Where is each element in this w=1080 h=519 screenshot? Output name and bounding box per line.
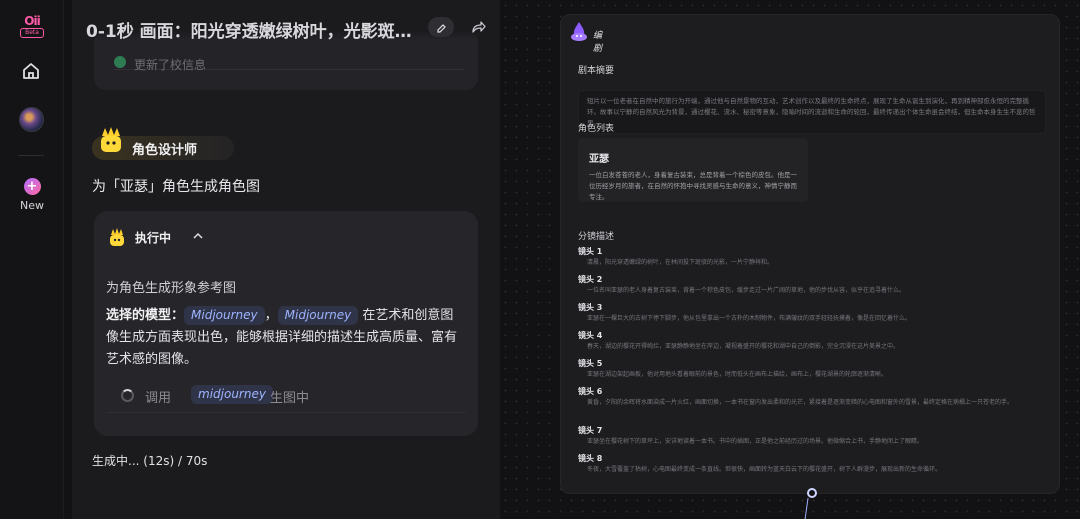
agent-name: 角色设计师 — [132, 143, 198, 158]
shot-description: 亚瑟在一棵巨大的古树下停下脚步，他从包里拿出一个古朴的木制物件，布满皱纹的双手轻… — [587, 315, 912, 322]
summary-text: 短片以一位老者在自然中的旅行为开端，通过他与自然景物的互动，艺术创作以及最终的生… — [578, 90, 1046, 134]
shot-description: 一位名叫亚瑟的老人身着复古装束，背着一个棕色皮包，缓步走过一片广阔的草地，他的步… — [587, 287, 906, 294]
connector-line — [804, 498, 809, 519]
canvas[interactable]: 编剧 剧本摘要 短片以一位老者在自然中的旅行为开端，通过他与自然景物的互动，艺术… — [500, 0, 1080, 519]
shot-title: 镜头 8 — [578, 454, 603, 463]
pencil-icon — [437, 24, 446, 33]
shot-title: 镜头 1 — [578, 247, 603, 256]
model-tag-2: Midjourney — [277, 306, 359, 325]
app-root: Oii Beta + New 更新了校信息 0-1秒 画面：阳光穿透嫩绿树叶，光… — [0, 0, 1080, 519]
rail-divider — [18, 155, 44, 156]
role-card[interactable]: 亚瑟 一位白发苍苍的老人，身着复古装束，总是背着一个棕色的皮包。他是一位历经岁月… — [578, 138, 808, 202]
summary-label: 剧本摘要 — [578, 66, 615, 76]
node-title: 编剧 — [593, 31, 603, 54]
execution-subtitle: 为角色生成形象参考图 — [106, 281, 237, 296]
tool-tag: midjourney — [191, 385, 273, 404]
shot-title: 镜头 4 — [578, 331, 603, 340]
task-description: 为「亚瑟」角色生成角色图 — [92, 179, 260, 195]
chat-panel: 更新了校信息 0-1秒 画面：阳光穿透嫩绿树叶，光影斑… 角色设计师 为「亚瑟」… — [72, 0, 500, 519]
edit-title-button[interactable] — [428, 17, 454, 37]
screenwriter-node[interactable]: 编剧 剧本摘要 短片以一位老者在自然中的旅行为开端，通过他与自然景物的互动，艺术… — [560, 14, 1060, 494]
model-separator: ， — [264, 308, 278, 323]
shot-description: 亚瑟在湖边架起画板，他对用地头看着眼前的景色，时而低头在画布上描绘，画布上，樱花… — [587, 371, 888, 378]
new-label: New — [20, 199, 44, 212]
shot-description: 亚瑟坐在樱花树下的草坪上，安详地读着一本书。书中的插图，正是他之前经历过的场景。… — [587, 438, 924, 445]
model-prefix: 选择的模型： — [106, 308, 185, 323]
tool-call-prefix: 调用 — [145, 391, 172, 406]
roles-label: 角色列表 — [578, 124, 615, 134]
check-icon — [114, 56, 126, 68]
generation-progress: 生成中... (12s) / 70s — [92, 454, 208, 468]
chat-title: 0-1秒 画面：阳光穿透嫩绿树叶，光影斑… — [86, 22, 412, 42]
shot-description: 春天，湖边的樱花开得绚烂，亚瑟静静地坐在岸边，凝视着盛开的樱花和湖中自己的倒影，… — [587, 343, 900, 350]
role-name: 亚瑟 — [589, 154, 609, 165]
shot-title: 镜头 5 — [578, 359, 603, 368]
loading-spinner-icon — [121, 389, 134, 402]
role-description: 一位白发苍苍的老人，身着复古装束，总是背着一个棕色的皮包。他是一位历经岁月的旅者… — [589, 171, 797, 201]
node-connector-handle[interactable] — [807, 488, 817, 498]
plus-icon: + — [23, 178, 41, 195]
app-logo[interactable]: Oii Beta — [20, 15, 44, 39]
flame-icon — [110, 228, 124, 246]
logo-text: Oii — [24, 14, 40, 28]
tool-call-row: 调用 midjourney 生图中 — [106, 383, 466, 413]
previous-step-row: 更新了校信息 — [114, 42, 464, 72]
shot-title: 镜头 7 — [578, 426, 603, 435]
shots-label: 分镜描述 — [578, 232, 615, 242]
home-icon[interactable] — [21, 61, 41, 81]
shot-description: 冬夜，大雪覆盖了枯树，心电图最终变成一条直线。但很快，画面转为蓝天白云下的樱花盛… — [587, 466, 942, 473]
model-tag-1: Midjourney — [184, 306, 265, 325]
chat-header: 0-1秒 画面：阳光穿透嫩绿树叶，光影斑… — [72, 0, 500, 42]
beta-badge: Beta — [20, 28, 44, 38]
tool-call-suffix: 生图中 — [270, 391, 310, 406]
shot-description: 黄昏，夕阳的余晖将水面染成一片火红，画面切换，一本书在窗内发出柔和的光芒，紧接着… — [587, 399, 1014, 406]
new-button[interactable]: + New — [15, 178, 49, 212]
wizard-icon — [571, 22, 587, 41]
chevron-up-icon[interactable] — [192, 231, 204, 241]
previous-step-text: 更新了校信息 — [134, 58, 207, 72]
share-icon[interactable] — [470, 19, 486, 35]
shot-title: 镜头 2 — [578, 275, 603, 284]
shot-description: 清晨，阳光穿透嫩绿的树叶，在林间投下斑驳的光影，一片宁静祥和。 — [587, 259, 774, 266]
execution-status: 执行中 — [135, 231, 172, 245]
left-rail: Oii Beta + New — [0, 0, 64, 519]
agent-avatar-icon — [101, 127, 121, 152]
model-description: 选择的模型： Midjourney， Midjourney 在艺术和创意图像生成方面… — [106, 305, 466, 371]
shot-title: 镜头 6 — [578, 387, 603, 396]
user-avatar[interactable] — [19, 107, 44, 132]
shot-title: 镜头 3 — [578, 303, 603, 312]
execution-card: 执行中 为角色生成形象参考图 选择的模型： Midjourney， Midjourn… — [94, 211, 478, 436]
